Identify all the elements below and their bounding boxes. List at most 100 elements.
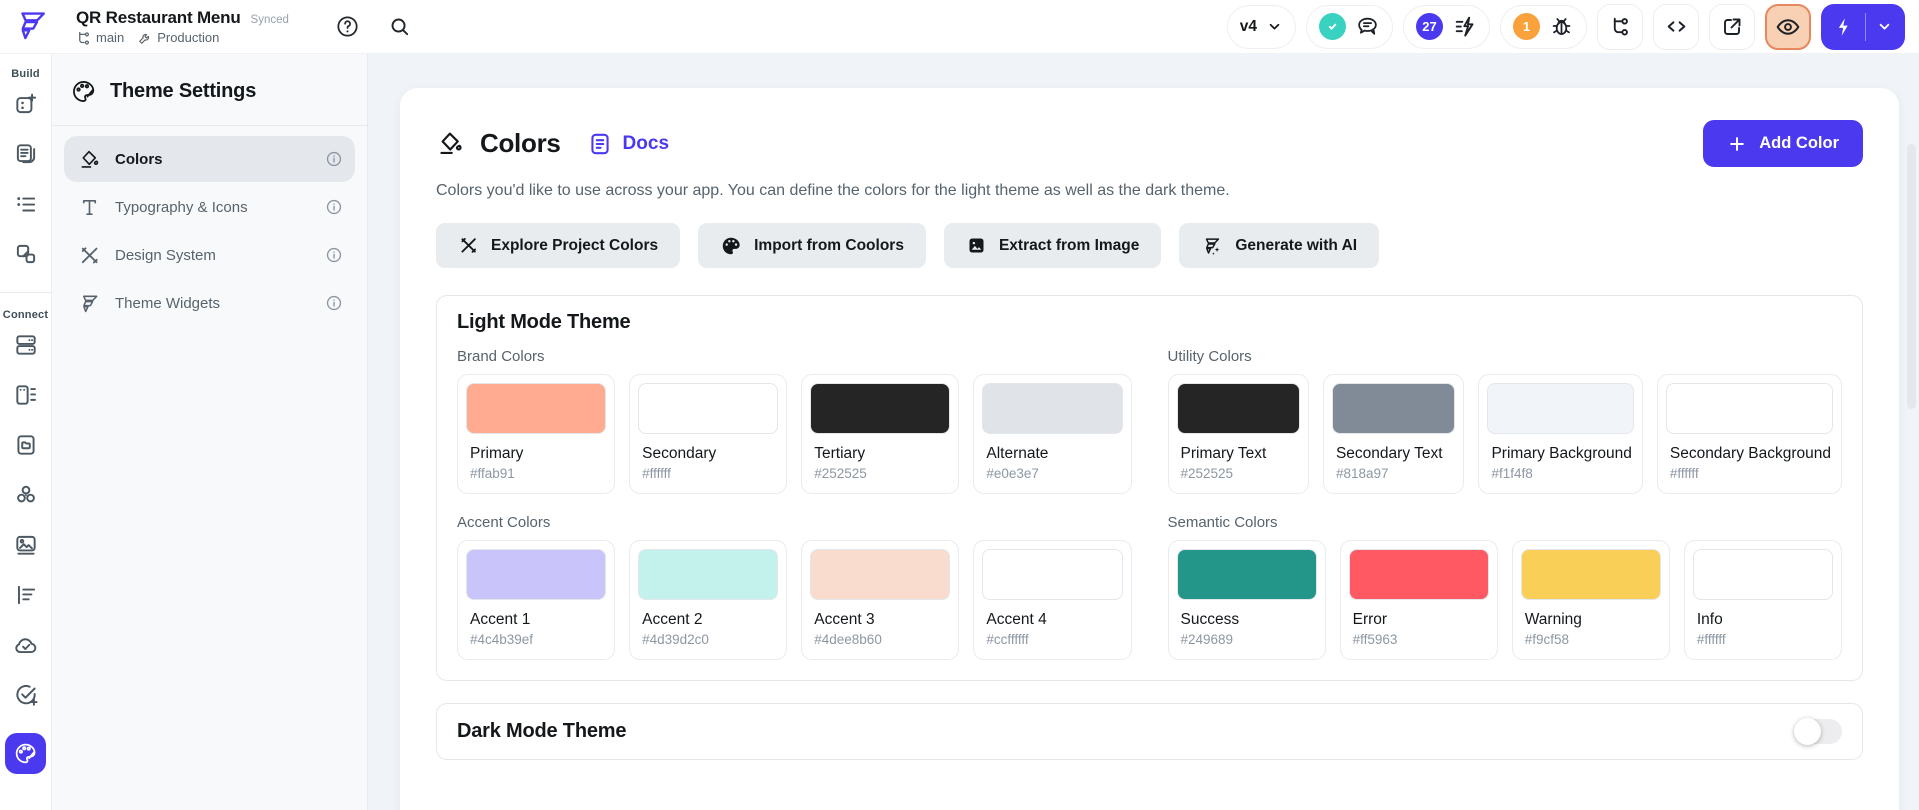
widget-tree-icon[interactable]: [12, 190, 39, 217]
color-hex: #ffffff: [642, 466, 776, 481]
tree-icon: [1608, 14, 1633, 39]
docs-link[interactable]: Docs: [587, 131, 669, 157]
help-button[interactable]: [333, 12, 363, 42]
activity-pill[interactable]: 27: [1403, 5, 1490, 49]
branch-tree-button[interactable]: [1597, 4, 1643, 50]
pages-icon[interactable]: [12, 140, 39, 167]
issues-pill[interactable]: 1: [1500, 5, 1587, 49]
color-card[interactable]: Primary #ffab91: [457, 374, 615, 494]
color-swatch: [982, 549, 1122, 600]
import-from-coolors-button[interactable]: Import from Coolors: [698, 223, 926, 268]
preview-button[interactable]: [1765, 4, 1811, 50]
info-icon[interactable]: [325, 198, 343, 216]
tests-icon[interactable]: [12, 681, 39, 708]
light-theme-title: Light Mode Theme: [457, 311, 1842, 334]
share-button[interactable]: [1709, 4, 1755, 50]
dark-mode-theme-section: Dark Mode Theme: [436, 703, 1863, 760]
action-label: Generate with AI: [1235, 237, 1357, 255]
color-hex: #ccffffff: [986, 632, 1120, 647]
nav-rail: Build Connect: [0, 54, 52, 810]
extract-from-image-button[interactable]: Extract from Image: [944, 223, 1161, 268]
project-info: QR Restaurant Menu Synced main Productio…: [76, 8, 289, 45]
color-card[interactable]: Accent 1#4c4b39ef: [457, 540, 615, 660]
color-name: Info: [1697, 611, 1831, 629]
content-icon[interactable]: [12, 381, 39, 408]
explore-project-colors-button[interactable]: Explore Project Colors: [436, 223, 680, 268]
search-button[interactable]: [385, 12, 415, 42]
color-name: Secondary Text: [1336, 445, 1453, 463]
theme-settings-icon: [70, 78, 97, 105]
color-swatch: [638, 549, 778, 600]
group-label: Utility Colors: [1168, 348, 1843, 365]
media-icon[interactable]: [12, 531, 39, 558]
components-icon[interactable]: [12, 240, 39, 267]
custom-code-button[interactable]: [1653, 4, 1699, 50]
files-icon[interactable]: [12, 431, 39, 458]
project-title: QR Restaurant Menu: [76, 8, 241, 28]
branch-selector[interactable]: main: [76, 30, 124, 45]
color-card[interactable]: Primary Background#f1f4f8: [1478, 374, 1642, 494]
issues-badge: 1: [1513, 13, 1540, 40]
flutterflow-logo-icon[interactable]: [14, 8, 48, 46]
color-card[interactable]: Tertiary#252525: [801, 374, 959, 494]
add-widget-icon[interactable]: [12, 90, 39, 117]
color-name: Secondary: [642, 445, 776, 463]
color-swatch: [1177, 549, 1317, 600]
color-card[interactable]: Accent 2#4d39d2c0: [629, 540, 787, 660]
color-card[interactable]: Success#249689: [1168, 540, 1326, 660]
color-swatch: [466, 549, 606, 600]
info-icon[interactable]: [325, 246, 343, 264]
panel-item-typography[interactable]: Typography & Icons: [64, 184, 355, 230]
run-divider: [1865, 13, 1866, 41]
color-hex: #252525: [1181, 466, 1298, 481]
color-card[interactable]: Alternate#e0e3e7: [973, 374, 1131, 494]
color-name: Primary: [470, 445, 604, 463]
color-hex: #ffab91: [470, 466, 604, 481]
dark-mode-toggle[interactable]: [1795, 719, 1842, 744]
color-name: Accent 3: [814, 611, 948, 629]
version-dropdown[interactable]: v4: [1227, 5, 1296, 49]
panel-item-theme-widgets[interactable]: Theme Widgets: [64, 280, 355, 326]
color-card[interactable]: Secondary Text#818a97: [1323, 374, 1464, 494]
color-hex: #252525: [814, 466, 948, 481]
environment-selector[interactable]: Production: [138, 30, 219, 45]
bug-icon[interactable]: [1549, 14, 1574, 39]
info-icon[interactable]: [325, 150, 343, 168]
color-name: Error: [1353, 611, 1487, 629]
check-icon: [1325, 19, 1340, 34]
color-swatch: [1521, 549, 1661, 600]
color-card[interactable]: Secondary #ffffff: [629, 374, 787, 494]
integrations-icon[interactable]: [12, 481, 39, 508]
comments-icon[interactable]: [1355, 14, 1380, 39]
add-color-button[interactable]: Add Color: [1703, 120, 1863, 167]
activity-icon[interactable]: [1452, 14, 1477, 39]
color-name: Success: [1181, 611, 1315, 629]
color-card[interactable]: Primary Text#252525: [1168, 374, 1309, 494]
color-swatch: [466, 383, 606, 434]
help-icon: [335, 14, 360, 39]
info-icon[interactable]: [325, 294, 343, 312]
panel-item-colors[interactable]: Colors: [64, 136, 355, 182]
color-card[interactable]: Error#ff5963: [1340, 540, 1498, 660]
cloud-functions-icon[interactable]: [12, 631, 39, 658]
panel-item-design-system[interactable]: Design System: [64, 232, 355, 278]
color-card[interactable]: Secondary Background#ffffff: [1657, 374, 1842, 494]
database-icon[interactable]: [12, 331, 39, 358]
color-card[interactable]: Accent 3#4dee8b60: [801, 540, 959, 660]
color-name: Accent 4: [986, 611, 1120, 629]
generate-with-ai-button[interactable]: Generate with AI: [1179, 223, 1379, 268]
docs-label: Docs: [623, 133, 669, 155]
run-button[interactable]: [1821, 4, 1905, 50]
app-state-icon[interactable]: [12, 581, 39, 608]
code-icon: [1664, 14, 1689, 39]
color-card[interactable]: Info#ffffff: [1684, 540, 1842, 660]
color-card[interactable]: Warning#f9cf58: [1512, 540, 1670, 660]
vertical-scrollbar[interactable]: [1907, 144, 1916, 409]
rail-section-build: Build: [11, 68, 40, 80]
color-swatch: [982, 383, 1122, 434]
run-chevron-icon[interactable]: [1876, 18, 1893, 35]
theme-settings-active-button[interactable]: [5, 733, 46, 774]
status-comments-pill[interactable]: [1306, 5, 1393, 49]
color-card[interactable]: Accent 4 #ccffffff: [973, 540, 1131, 660]
page-description: Colors you'd like to use across your app…: [436, 182, 1863, 200]
